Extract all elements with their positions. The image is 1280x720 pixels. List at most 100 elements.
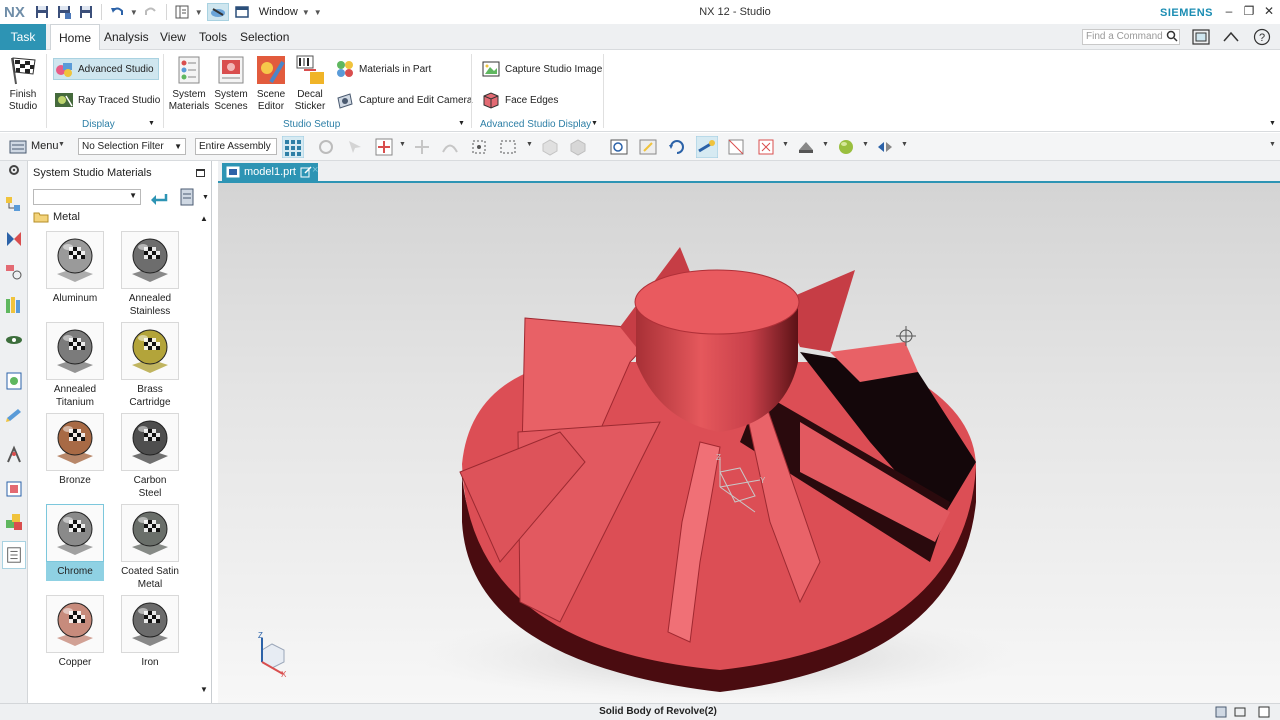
material-item[interactable]: Carbon Steel bbox=[121, 413, 179, 503]
reuse-library-icon[interactable] bbox=[4, 295, 24, 315]
status-expand-icon[interactable] bbox=[1258, 706, 1270, 718]
material-item[interactable]: Aluminum bbox=[46, 231, 104, 308]
point-icon[interactable] bbox=[412, 137, 432, 157]
window-menu[interactable]: Window bbox=[259, 6, 298, 18]
help-icon[interactable]: ? bbox=[1253, 28, 1271, 46]
go-back-icon[interactable] bbox=[150, 191, 168, 205]
layout-icon[interactable] bbox=[173, 3, 191, 21]
decal-sticker-button[interactable]: Decal Sticker bbox=[292, 54, 328, 113]
rotate-icon[interactable] bbox=[667, 137, 687, 157]
ribbon-options-icon[interactable]: ▼ bbox=[1269, 120, 1276, 127]
display-mode-icon[interactable] bbox=[796, 137, 816, 157]
material-item[interactable]: Coated Satin Metal bbox=[121, 504, 179, 594]
body-select-icon[interactable] bbox=[540, 137, 560, 157]
assembly-scope-select[interactable]: Entire Assembly bbox=[195, 138, 277, 155]
menu-icon[interactable] bbox=[8, 137, 28, 157]
cursor-icon[interactable] bbox=[316, 137, 336, 157]
studio-rendering-icon[interactable] bbox=[696, 136, 718, 158]
redo-icon[interactable] bbox=[142, 3, 160, 21]
view-manager-icon[interactable] bbox=[4, 329, 24, 349]
gear-icon[interactable] bbox=[7, 163, 21, 177]
menu-button[interactable]: Menu bbox=[31, 140, 59, 152]
selection-grid-icon[interactable] bbox=[282, 136, 304, 158]
clip-dropdown-icon[interactable]: ▼ bbox=[782, 141, 789, 148]
tab-analysis[interactable]: Analysis bbox=[104, 24, 149, 50]
scene-editor-button[interactable]: Scene Editor bbox=[253, 54, 289, 113]
graphics-window[interactable]: Z Y Z X bbox=[218, 181, 1280, 703]
save-all-icon[interactable] bbox=[55, 3, 73, 21]
clip-section-icon[interactable] bbox=[756, 137, 776, 157]
advanced-studio-button[interactable]: Advanced Studio bbox=[53, 58, 159, 80]
material-item[interactable]: Brass Cartridge bbox=[121, 322, 179, 412]
point-on-curve-icon[interactable] bbox=[440, 137, 460, 157]
snap-dropdown-icon[interactable]: ▼ bbox=[399, 141, 406, 148]
general-selection-icon[interactable] bbox=[345, 137, 365, 157]
document-tab[interactable]: model1.prt bbox=[222, 163, 318, 181]
view-options-icon[interactable] bbox=[180, 188, 194, 206]
search-icon[interactable] bbox=[1166, 30, 1178, 42]
close-tab-icon[interactable]: × bbox=[312, 164, 318, 176]
save-as-icon[interactable] bbox=[77, 3, 95, 21]
maximize-panel-icon[interactable] bbox=[196, 169, 205, 177]
material-item[interactable]: Annealed Titanium bbox=[46, 322, 104, 412]
history-icon[interactable] bbox=[4, 445, 24, 465]
layout-dropdown-icon[interactable]: ▼ bbox=[195, 8, 203, 17]
minimize-ribbon-icon[interactable] bbox=[1222, 29, 1240, 45]
material-item[interactable]: Iron bbox=[121, 595, 179, 672]
scroll-up-icon[interactable]: ▲ bbox=[200, 214, 208, 223]
background-icon[interactable] bbox=[836, 137, 856, 157]
advanced-display-dropdown-icon[interactable]: ▼ bbox=[591, 120, 598, 127]
window-dropdown-icon[interactable]: ▼ bbox=[302, 8, 310, 17]
tab-selection[interactable]: Selection bbox=[240, 24, 289, 50]
orient-view-dropdown-icon[interactable]: ▼ bbox=[901, 141, 908, 148]
full-screen-icon[interactable] bbox=[1191, 27, 1211, 47]
undo-dropdown-icon[interactable]: ▼ bbox=[130, 8, 138, 17]
material-item[interactable]: Annealed Stainless bbox=[121, 231, 179, 321]
rectangle-select-icon[interactable] bbox=[498, 137, 518, 157]
face-edges-button[interactable]: Face Edges bbox=[481, 89, 558, 111]
window-icon[interactable] bbox=[233, 3, 251, 21]
web-browser-icon[interactable] bbox=[4, 404, 24, 424]
impeller-model[interactable]: Z Y Z X bbox=[218, 183, 1280, 703]
system-scenes-nav-tab[interactable] bbox=[2, 541, 26, 569]
capture-edit-camera-button[interactable]: Capture and Edit Camera bbox=[335, 89, 472, 111]
select-box-icon[interactable] bbox=[469, 137, 489, 157]
hd3d-tools-icon[interactable] bbox=[4, 371, 24, 391]
material-item[interactable]: Copper bbox=[46, 595, 104, 672]
save-icon[interactable] bbox=[33, 3, 51, 21]
restore-icon[interactable]: ❐ bbox=[1241, 4, 1257, 20]
rectangle-select-dropdown-icon[interactable]: ▼ bbox=[526, 141, 533, 148]
selection-status-icon[interactable] bbox=[1215, 706, 1227, 718]
scroll-down-icon[interactable]: ▼ bbox=[200, 685, 208, 694]
tab-view[interactable]: View bbox=[160, 24, 186, 50]
studio-setup-dropdown-icon[interactable]: ▼ bbox=[458, 120, 465, 127]
tab-tools[interactable]: Tools bbox=[199, 24, 227, 50]
process-studio-icon[interactable] bbox=[4, 479, 24, 499]
solid-select-icon[interactable] bbox=[568, 137, 588, 157]
display-mode-dropdown-icon[interactable]: ▼ bbox=[822, 141, 829, 148]
material-item[interactable]: Chrome bbox=[46, 504, 104, 581]
display-group-dropdown-icon[interactable]: ▼ bbox=[148, 120, 155, 127]
studio-task-icon[interactable] bbox=[206, 3, 229, 21]
metal-folder[interactable]: Metal bbox=[33, 211, 80, 223]
snap-point-icon[interactable] bbox=[374, 137, 394, 157]
close-icon[interactable]: ✕ bbox=[1261, 4, 1277, 20]
capture-studio-image-button[interactable]: Capture Studio Image bbox=[481, 58, 602, 80]
fit-icon[interactable] bbox=[609, 137, 629, 157]
assembly-navigator-icon[interactable] bbox=[4, 195, 24, 215]
zoom-icon[interactable] bbox=[638, 137, 658, 157]
tab-home[interactable]: Home bbox=[50, 24, 101, 51]
finish-studio-button[interactable]: Finish Studio bbox=[5, 54, 41, 113]
material-filter-select[interactable]: ▼ bbox=[33, 189, 141, 205]
view-options-dropdown-icon[interactable]: ▼ bbox=[202, 194, 209, 201]
toolbar-options-icon[interactable]: ▼ bbox=[1269, 141, 1276, 148]
system-materials-nav-icon[interactable] bbox=[4, 512, 24, 532]
system-scenes-button[interactable]: System Scenes bbox=[213, 54, 249, 113]
customize-qat-icon[interactable]: ▼ bbox=[314, 8, 322, 17]
tab-task[interactable]: Task bbox=[0, 24, 46, 50]
ray-traced-studio-button[interactable]: Ray Traced Studio bbox=[54, 89, 160, 111]
materials-in-part-button[interactable]: Materials in Part bbox=[335, 58, 431, 80]
orient-view-icon[interactable] bbox=[875, 137, 895, 157]
edit-section-icon[interactable] bbox=[726, 137, 746, 157]
full-screen-status-icon[interactable] bbox=[1234, 707, 1246, 717]
